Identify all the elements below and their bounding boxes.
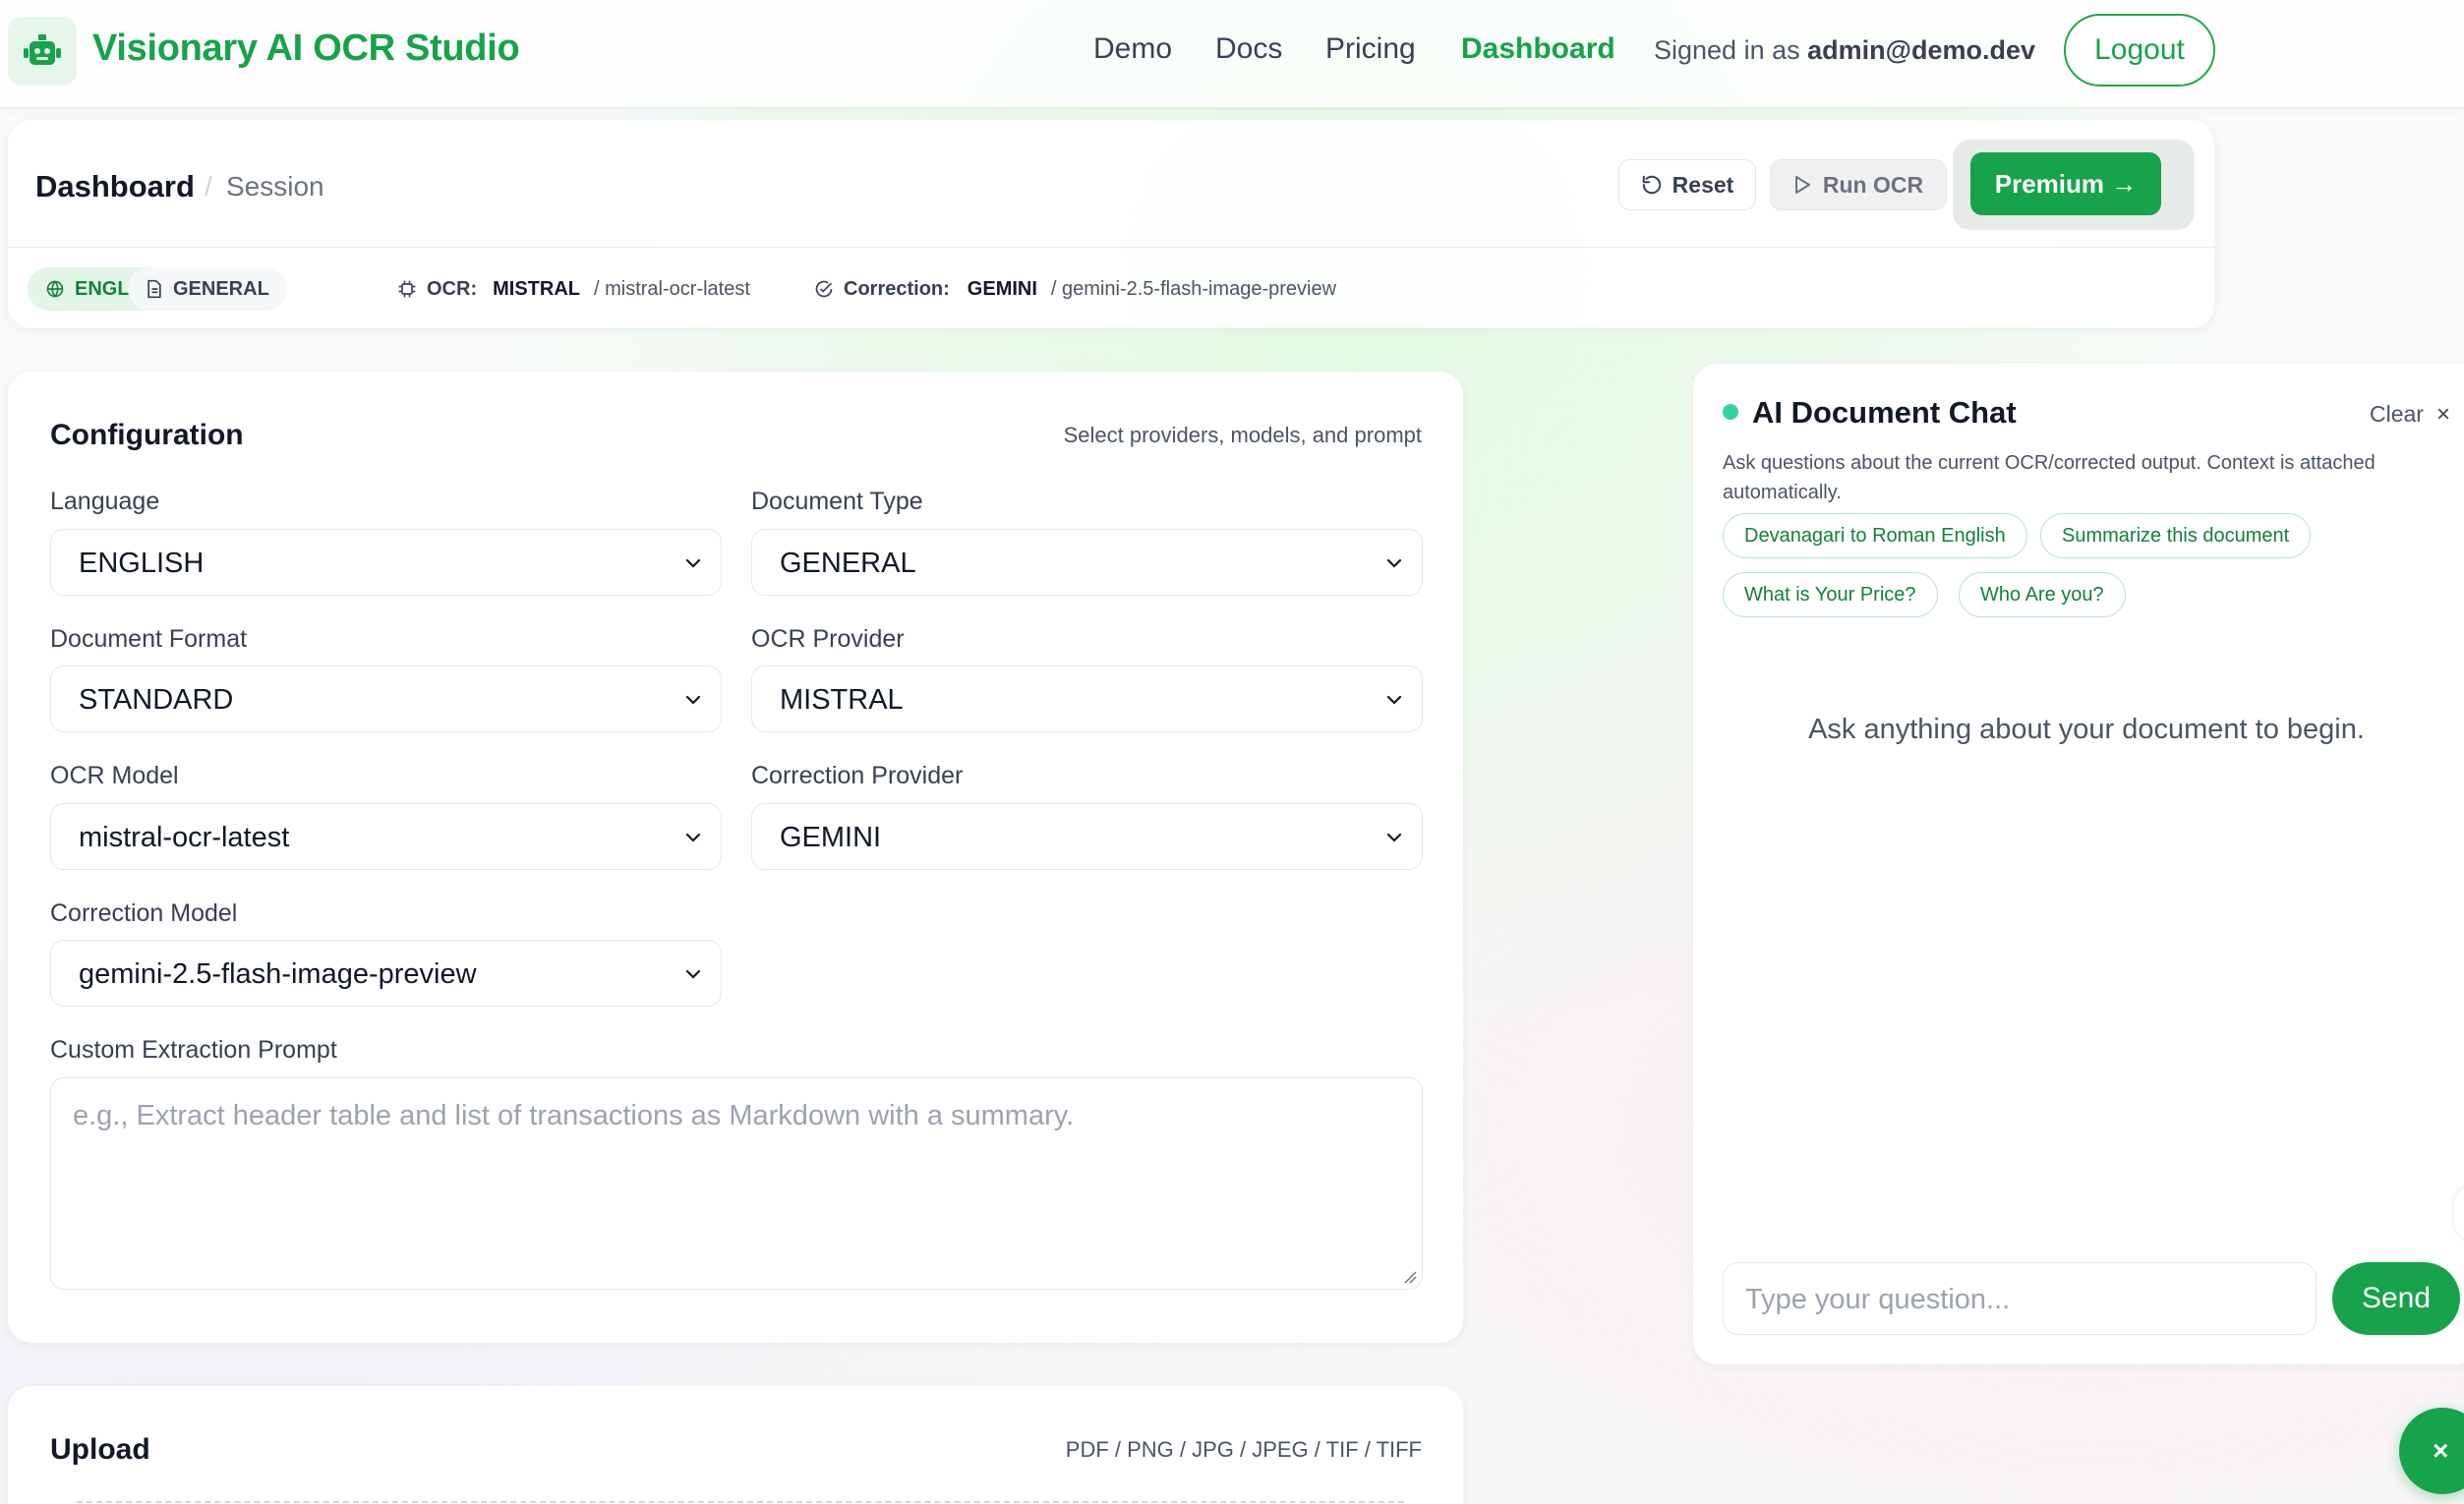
chevron-down-icon bbox=[1386, 833, 1402, 842]
configuration-hint: Select providers, models, and prompt bbox=[1063, 423, 1422, 447]
signed-in-prefix: Signed in as bbox=[1654, 35, 1800, 65]
cpu-icon bbox=[398, 280, 416, 298]
chip-ocr: OCR: MISTRAL / mistral-ocr-latest bbox=[380, 267, 768, 311]
ocr-provider-label: OCR Provider bbox=[751, 625, 905, 653]
chevron-down-icon bbox=[685, 558, 701, 568]
reset-label: Reset bbox=[1672, 171, 1734, 198]
ocr-provider-select[interactable]: MISTRAL bbox=[751, 665, 1423, 732]
chip-ocr-label: OCR: bbox=[427, 277, 478, 300]
document-type-label: Document Type bbox=[751, 488, 923, 515]
document-format-label: Document Format bbox=[50, 625, 248, 653]
configuration-card: Configuration Select providers, models, … bbox=[8, 372, 1463, 1343]
robot-icon[interactable] bbox=[8, 17, 77, 86]
premium-container: Premium → bbox=[1953, 140, 2195, 230]
ocr-provider-value: MISTRAL bbox=[780, 684, 904, 716]
signed-in-user: admin@demo.dev bbox=[1807, 35, 2035, 65]
chat-toggle-fab[interactable]: × bbox=[2399, 1408, 2464, 1494]
chip-ocr-provider: MISTRAL bbox=[493, 277, 580, 300]
logout-button[interactable]: Logout bbox=[2064, 14, 2215, 87]
nav-link-demo[interactable]: Demo bbox=[1093, 32, 1172, 66]
nav-link-docs[interactable]: Docs bbox=[1215, 32, 1282, 66]
reset-icon bbox=[1642, 175, 1661, 195]
nav-link-pricing[interactable]: Pricing bbox=[1325, 32, 1416, 66]
correction-provider-label: Correction Provider bbox=[751, 762, 964, 789]
suggestion-price[interactable]: What is Your Price? bbox=[1723, 572, 1938, 617]
ai-chat-panel: AI Document Chat Clear × Ask questions a… bbox=[1693, 364, 2464, 1364]
chip-document-type-label: GENERAL bbox=[173, 277, 269, 300]
custom-prompt-label: Custom Extraction Prompt bbox=[50, 1036, 337, 1064]
resize-handle-icon[interactable] bbox=[1402, 1269, 1418, 1285]
correction-model-value: gemini-2.5-flash-image-preview bbox=[79, 958, 477, 990]
custom-prompt-placeholder: e.g., Extract header table and list of t… bbox=[73, 1100, 1075, 1131]
chip-correction: Correction: GEMINI / gemini-2.5-flash-im… bbox=[796, 267, 1354, 311]
correction-provider-value: GEMINI bbox=[780, 822, 882, 853]
reset-button[interactable]: Reset bbox=[1618, 159, 1756, 210]
session-header-card: Dashboard / Session Reset Run OCR Premiu… bbox=[8, 120, 2214, 328]
breadcrumb-separator: / bbox=[205, 171, 212, 202]
session-toolbar: Dashboard / Session Reset Run OCR Premiu… bbox=[8, 120, 2214, 248]
document-type-value: GENERAL bbox=[780, 548, 916, 579]
chat-description: Ask questions about the current OCR/corr… bbox=[1723, 452, 2376, 503]
chat-clear-button[interactable]: Clear bbox=[2370, 401, 2424, 428]
chip-ocr-model: / mistral-ocr-latest bbox=[594, 277, 750, 300]
ocr-model-select[interactable]: mistral-ocr-latest bbox=[50, 803, 722, 870]
chevron-down-icon bbox=[685, 833, 701, 842]
suggestion-transliterate[interactable]: Devanagari to Roman English bbox=[1723, 513, 2027, 558]
document-type-select[interactable]: GENERAL bbox=[751, 529, 1423, 596]
document-format-value: STANDARD bbox=[79, 684, 234, 716]
correction-model-select[interactable]: gemini-2.5-flash-image-preview bbox=[50, 940, 722, 1007]
chevron-down-icon bbox=[685, 695, 701, 705]
premium-button[interactable]: Premium → bbox=[1970, 152, 2161, 215]
breadcrumb-session[interactable]: Session bbox=[226, 171, 324, 202]
run-ocr-button[interactable]: Run OCR bbox=[1770, 159, 1947, 210]
language-label: Language bbox=[50, 488, 160, 515]
globe-icon bbox=[46, 280, 64, 298]
play-icon bbox=[1794, 176, 1810, 194]
chat-input-placeholder: Type your question... bbox=[1745, 1284, 2011, 1315]
language-value: ENGLISH bbox=[79, 548, 205, 579]
language-select[interactable]: ENGLISH bbox=[50, 529, 722, 596]
ocr-model-value: mistral-ocr-latest bbox=[79, 822, 290, 853]
custom-prompt-textarea[interactable]: e.g., Extract header table and list of t… bbox=[50, 1077, 1423, 1290]
close-icon[interactable]: × bbox=[2436, 401, 2450, 429]
nav-link-dashboard[interactable]: Dashboard bbox=[1461, 32, 1615, 66]
ocr-model-label: OCR Model bbox=[50, 762, 179, 789]
chevron-down-icon bbox=[1386, 558, 1402, 568]
chip-correction-model: / gemini-2.5-flash-image-preview bbox=[1050, 277, 1337, 300]
upload-card: Upload PDF / PNG / JPG / JPEG / TIF / TI… bbox=[8, 1386, 1463, 1504]
top-navbar: Visionary AI OCR Studio Demo Docs Pricin… bbox=[0, 0, 2464, 108]
run-ocr-label: Run OCR bbox=[1822, 171, 1924, 198]
configuration-title: Configuration bbox=[50, 419, 244, 451]
page-title: Dashboard bbox=[35, 169, 195, 203]
upload-dropzone[interactable] bbox=[77, 1501, 1404, 1503]
chat-title: AI Document Chat bbox=[1752, 395, 2017, 430]
upload-title: Upload bbox=[50, 1433, 150, 1466]
chat-empty-state: Ask anything about your document to begi… bbox=[1808, 714, 2365, 745]
brand-name[interactable]: Visionary AI OCR Studio bbox=[92, 28, 520, 70]
send-button[interactable]: Send bbox=[2332, 1262, 2460, 1335]
online-status-dot bbox=[1723, 404, 1738, 420]
chip-document-type: GENERAL bbox=[128, 267, 287, 311]
document-format-select[interactable]: STANDARD bbox=[50, 665, 722, 732]
chip-correction-provider: GEMINI bbox=[967, 277, 1037, 300]
document-icon bbox=[147, 279, 161, 299]
signed-in-status: Signed in as admin@demo.dev bbox=[1654, 35, 2035, 66]
chevron-down-icon bbox=[685, 969, 701, 979]
chip-correction-label: Correction: bbox=[844, 277, 950, 300]
suggestion-summarize[interactable]: Summarize this document bbox=[2040, 513, 2312, 558]
correction-provider-select[interactable]: GEMINI bbox=[751, 803, 1423, 870]
check-circle-icon bbox=[815, 280, 833, 298]
chevron-down-icon bbox=[1386, 695, 1402, 705]
upload-formats: PDF / PNG / JPG / JPEG / TIF / TIFF bbox=[1065, 1437, 1422, 1462]
correction-model-label: Correction Model bbox=[50, 899, 238, 927]
chat-input[interactable]: Type your question... bbox=[1723, 1262, 2317, 1335]
suggestion-who-are-you[interactable]: Who Are you? bbox=[1959, 572, 2126, 617]
